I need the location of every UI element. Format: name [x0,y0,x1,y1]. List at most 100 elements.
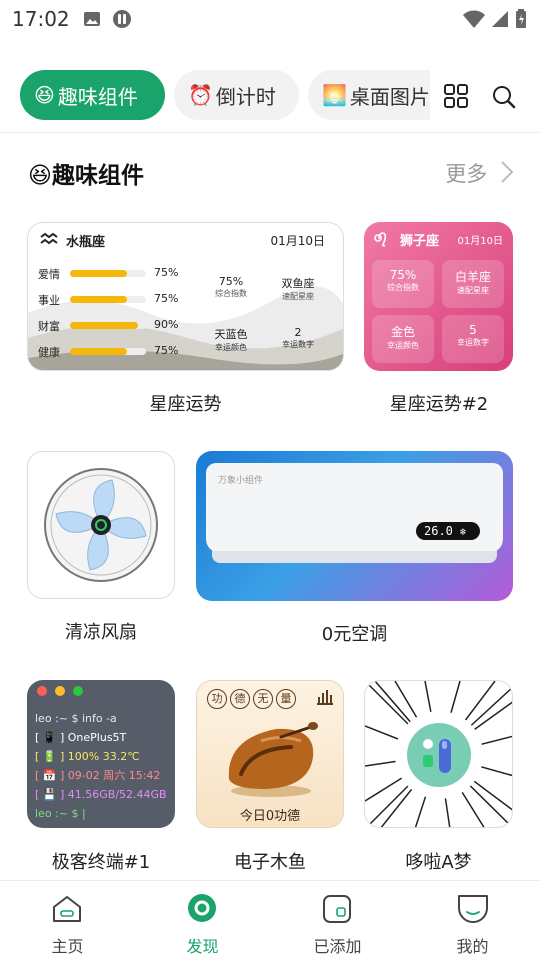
stat-value: 2 [294,326,302,339]
sunrise-emoji-icon: 🌅 [322,83,347,107]
stat-value: 双鱼座 [281,277,315,290]
terminal-widget-label: 极客终端#1 [51,852,151,873]
chevron-right-icon [501,161,514,183]
merit-char: 无 [253,689,273,709]
ac-vent [212,551,497,563]
doraemon-widget[interactable] [364,680,513,828]
stat-value: 5 [469,323,477,337]
aquarius-symbol-icon [40,232,58,245]
aquarius-widget-label: 星座运势 [149,394,222,415]
nav-label: 主页 [51,937,84,956]
stat-value: 天蓝色 [214,328,248,341]
app-notification-icon [113,10,131,28]
nav-label: 发现 [186,937,219,956]
career-label: 事业 [38,294,60,307]
leo-horoscope-widget[interactable]: 狮子座 01月10日 75% 综合指数 白羊座 速配星座 金色 幸运颜色 5 幸… [364,222,513,371]
more-link[interactable]: 更多 [445,158,514,188]
alarm-clock-emoji-icon: ⏰ [188,83,213,107]
maximize-dot-icon [73,686,83,696]
stat-caption: 速配星座 [282,292,314,301]
terminal-line: [ 📅 ] 09-02 周六 15:42 [35,769,161,782]
added-widgets-icon [323,895,351,923]
search-icon[interactable] [492,85,516,109]
home-icon [53,896,81,922]
sign-name: 水瓶座 [66,235,106,250]
muyu-widget-label: 电子木鱼 [234,852,306,873]
terminal-line: [ 🔋 ] 100% 33.2℃ [35,750,140,763]
ac-temperature-display: 26.0 ❄ [416,522,480,540]
stat-caption: 幸运数字 [457,338,489,347]
terminal-line: leo :~ $ info -a [35,712,117,725]
discover-icon [188,894,216,922]
grid-icon[interactable] [444,84,468,108]
love-value: 75% [154,266,179,279]
stat-lucky-number: 5 幸运数字 [442,315,504,363]
stat-caption: 幸运数字 [282,340,314,349]
tab-label: 倒计时 [215,84,276,109]
merit-chars: 功 德 无 量 [207,689,296,709]
stat-caption: 综合指数 [387,283,419,292]
sign-name: 狮子座 [400,234,440,249]
tab-countdown[interactable]: ⏰ 倒计时 [174,70,299,120]
ac-widget-label: 0元空调 [321,624,388,645]
stat-lucky-color: 天蓝色 幸运颜色 [206,326,256,353]
terminal-line: [ 💾 ] 41.56GB/52.44GB [35,788,167,801]
fan-icon [44,468,158,582]
career-value: 75% [154,292,179,305]
nav-added[interactable]: 已添加 [270,881,405,961]
status-bar: 17:02 [0,0,540,40]
nav-discover[interactable]: 发现 [135,881,270,961]
nav-home[interactable]: 主页 [0,881,135,961]
stats-bars-icon[interactable] [317,689,333,705]
stat-value: 75% [218,275,244,288]
cooling-fan-widget[interactable] [27,451,175,599]
ac-brand: 万象小组件 [218,476,264,486]
merit-char: 功 [207,689,227,709]
wooden-fish-widget[interactable]: 功 德 无 量 今日0功德 [196,680,344,828]
header-actions [430,70,540,122]
health-bar [70,348,146,355]
stat-lucky-number: 2 幸运数字 [272,326,324,350]
career-bar [70,296,146,303]
geek-terminal-widget[interactable]: leo :~ $ info -a [ 📱 ] OnePlus5T [ 🔋 ] 1… [27,680,175,828]
wifi-icon [463,10,485,28]
fan-widget-label: 清凉风扇 [65,622,137,643]
minimize-dot-icon [55,686,65,696]
air-conditioner-widget[interactable]: 万象小组件 26.0 ❄ [196,451,513,601]
stat-caption: 速配星座 [457,286,489,295]
close-dot-icon [37,686,47,696]
status-time: 17:02 [12,7,70,31]
wooden-fish-icon [228,722,318,797]
battery-icon [516,9,526,28]
tab-label: 趣味组件 [57,84,138,109]
aquarius-horoscope-widget[interactable]: 水瓶座 01月10日 爱情 75% 事业 75% 财富 90% 健康 75% 7… [27,222,344,371]
stat-caption: 幸运颜色 [215,343,247,352]
nav-profile[interactable]: 我的 [405,881,540,961]
image-notification-icon [84,12,100,26]
stat-match-sign: 白羊座 速配星座 [442,260,504,308]
stat-match-sign: 双鱼座 速配星座 [272,275,324,302]
section-title-text: 趣味组件 [51,163,144,189]
date: 01月10日 [270,234,325,248]
love-bar [70,270,146,277]
date: 01月10日 [457,236,503,247]
doraemon-widget-label: 哆啦A梦 [405,852,472,873]
profile-icon [458,895,488,923]
terminal-line: leo :~ $ | [35,807,86,820]
tab-label: 桌面图片 [349,84,430,109]
love-label: 爱情 [38,268,60,281]
signal-icon [492,11,508,27]
leo-widget-label: 星座运势#2 [389,394,489,415]
stat-caption: 综合指数 [215,289,247,298]
wealth-label: 财富 [38,320,60,333]
health-label: 健康 [38,346,60,359]
snowflake-icon: ❄ [460,527,467,538]
terminal-output: leo :~ $ info -a [ 📱 ] OnePlus5T [ 🔋 ] 1… [35,709,167,823]
stat-lucky-color: 金色 幸运颜色 [372,315,434,363]
tab-fun-widgets[interactable]: 😆 趣味组件 [20,70,165,120]
leo-symbol-icon [374,232,387,247]
stat-value: 白羊座 [454,270,491,284]
speed-lines-background [365,681,512,827]
more-label: 更多 [445,162,488,186]
stat-value: 75% [389,268,417,282]
